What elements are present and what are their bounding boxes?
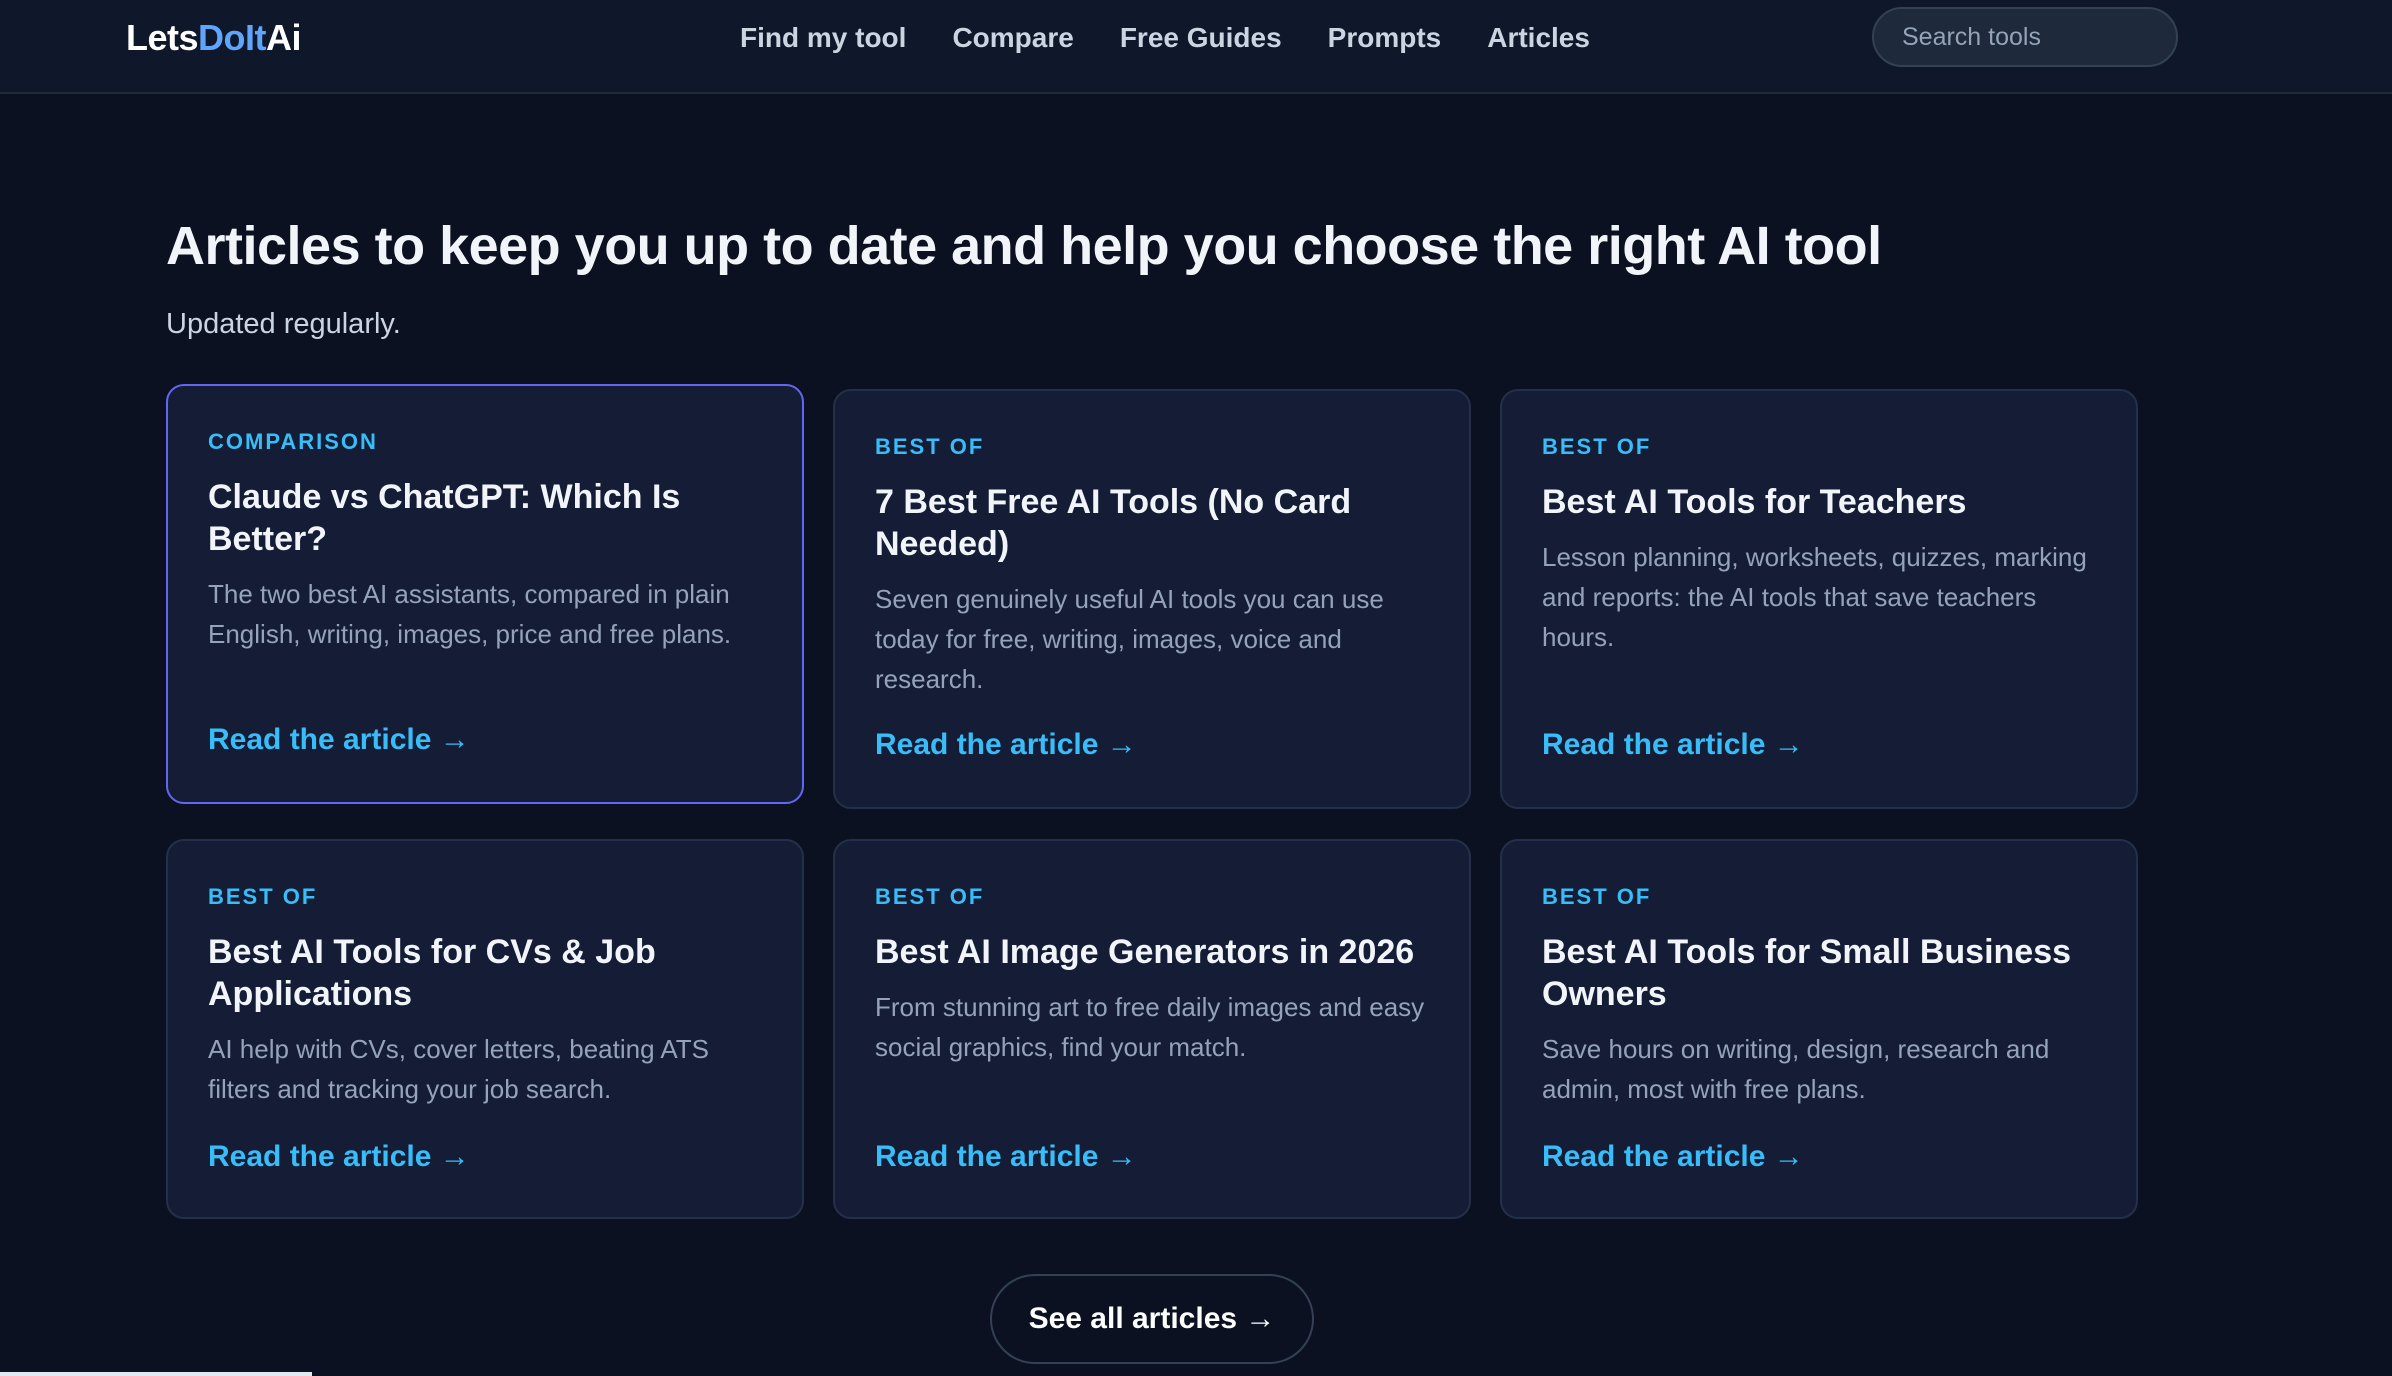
nav-free-guides[interactable]: Free Guides bbox=[1120, 18, 1282, 58]
card-title: Best AI Image Generators in 2026 bbox=[875, 933, 1415, 971]
card-read-link[interactable]: Read the article → bbox=[875, 1139, 1137, 1175]
main-nav: Find my tool Compare Free Guides Prompts… bbox=[740, 18, 1636, 58]
page-title: Articles to keep you up to date and help… bbox=[166, 216, 1882, 276]
scroll-progress-bar bbox=[0, 1372, 312, 1376]
card-category: BEST OF bbox=[875, 434, 985, 459]
card-title: 7 Best Free AI Tools (No Card Needed) bbox=[875, 483, 1352, 563]
logo-text-doit: DoIt bbox=[198, 17, 267, 58]
site-logo[interactable]: LetsDoItAi bbox=[126, 17, 302, 58]
card-category: COMPARISON bbox=[208, 429, 378, 454]
card-read-link[interactable]: Read the article → bbox=[208, 1139, 470, 1175]
article-card-ai-tools-teachers[interactable]: BEST OF Best AI Tools for Teachers Lesso… bbox=[1500, 389, 2138, 809]
card-title: Best AI Tools for Small Business Owners bbox=[1542, 933, 2072, 1013]
card-title: Best AI Tools for Teachers bbox=[1542, 483, 1967, 521]
logo-text-ai: Ai bbox=[266, 17, 302, 58]
article-card-ai-tools-small-business[interactable]: BEST OF Best AI Tools for Small Business… bbox=[1500, 839, 2138, 1219]
card-description: Seven genuinely useful AI tools you can … bbox=[875, 584, 1384, 694]
logo-text-lets: Lets bbox=[126, 17, 199, 58]
see-all-articles-button[interactable]: See all articles → bbox=[990, 1274, 1314, 1364]
card-category: BEST OF bbox=[875, 884, 985, 909]
card-read-link[interactable]: Read the article → bbox=[208, 722, 470, 758]
card-description: Save hours on writing, design, research … bbox=[1542, 1034, 2050, 1104]
card-title: Claude vs ChatGPT: Which Is Better? bbox=[208, 478, 681, 558]
card-title: Best AI Tools for CVs & Job Applications bbox=[208, 933, 656, 1013]
card-description: From stunning art to free daily images a… bbox=[875, 992, 1425, 1062]
card-category: BEST OF bbox=[1542, 434, 1652, 459]
article-card-ai-tools-cvs[interactable]: BEST OF Best AI Tools for CVs & Job Appl… bbox=[166, 839, 804, 1219]
article-card-ai-image-generators[interactable]: BEST OF Best AI Image Generators in 2026… bbox=[833, 839, 1471, 1219]
card-read-link[interactable]: Read the article → bbox=[1542, 1139, 1804, 1175]
nav-find-my-tool[interactable]: Find my tool bbox=[740, 18, 906, 58]
article-card-claude-vs-chatgpt[interactable]: COMPARISON Claude vs ChatGPT: Which Is B… bbox=[166, 384, 804, 804]
card-read-link[interactable]: Read the article → bbox=[875, 727, 1137, 763]
nav-compare[interactable]: Compare bbox=[952, 18, 1073, 58]
article-card-free-ai-tools[interactable]: BEST OF 7 Best Free AI Tools (No Card Ne… bbox=[833, 389, 1471, 809]
page-subtitle: Updated regularly. bbox=[166, 308, 401, 340]
card-description: The two best AI assistants, compared in … bbox=[208, 579, 732, 649]
nav-prompts[interactable]: Prompts bbox=[1328, 18, 1442, 58]
card-read-link[interactable]: Read the article → bbox=[1542, 727, 1804, 763]
card-description: AI help with CVs, cover letters, beating… bbox=[208, 1034, 709, 1104]
card-category: BEST OF bbox=[1542, 884, 1652, 909]
card-category: BEST OF bbox=[208, 884, 318, 909]
search-input[interactable] bbox=[1872, 7, 2178, 67]
nav-articles[interactable]: Articles bbox=[1487, 18, 1590, 58]
top-navigation-bar: LetsDoItAi Find my tool Compare Free Gui… bbox=[0, 0, 2392, 94]
card-description: Lesson planning, worksheets, quizzes, ma… bbox=[1542, 542, 2087, 652]
